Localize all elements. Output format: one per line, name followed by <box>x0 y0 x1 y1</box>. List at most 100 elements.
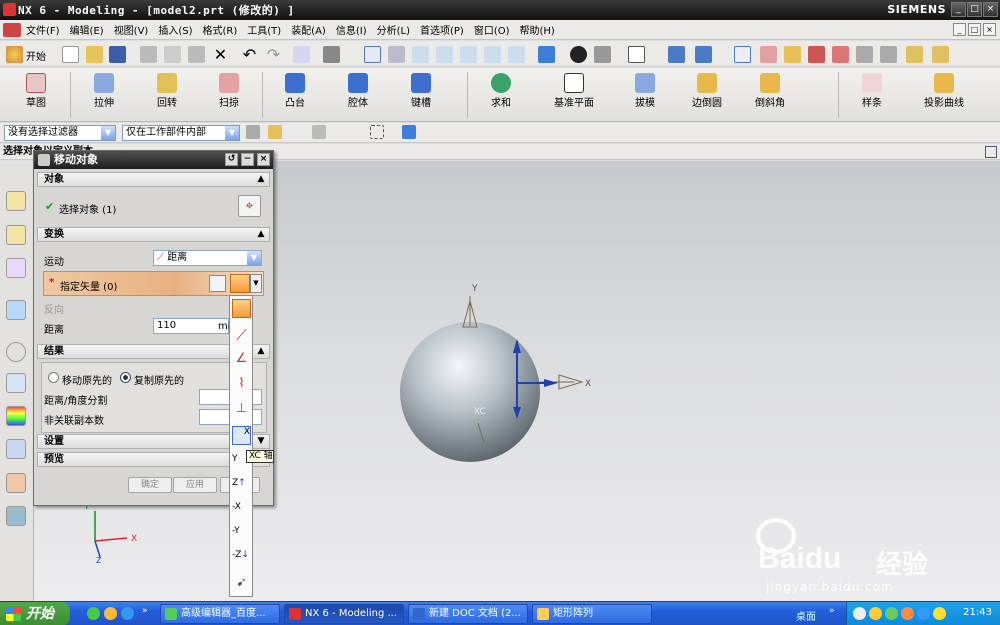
cut-icon[interactable] <box>140 46 157 63</box>
measure-angle-icon[interactable] <box>932 46 949 63</box>
perspective-icon[interactable] <box>508 46 525 63</box>
section-object-header[interactable]: 对象 ▲ <box>37 172 270 187</box>
new-file-icon[interactable] <box>62 46 79 63</box>
open-folder-icon[interactable] <box>86 46 103 63</box>
menu-insert[interactable]: 插入(S) <box>153 22 197 37</box>
pocket-button[interactable]: 腔体 <box>336 68 380 122</box>
zc-axis-option[interactable]: Z↑ <box>232 478 251 497</box>
minimize-button[interactable]: _ <box>951 2 966 17</box>
visualization-icon[interactable] <box>6 406 26 426</box>
quicklaunch-media-icon[interactable] <box>104 607 117 620</box>
edge-blend-button[interactable]: 边倒圆 <box>685 68 729 122</box>
menu-help[interactable]: 帮助(H) <box>515 22 560 37</box>
repeat-command-icon[interactable] <box>293 46 310 63</box>
task-nx[interactable]: NX 6 - Modeling ... <box>284 604 404 624</box>
snap-end-icon[interactable] <box>784 46 801 63</box>
dialog-close-icon[interactable]: × <box>257 153 270 166</box>
pan-icon[interactable] <box>484 46 501 63</box>
copy-icon[interactable] <box>164 46 181 63</box>
xc-axis-option[interactable]: X <box>232 426 251 445</box>
reset-icon[interactable]: ↺ <box>225 153 238 166</box>
volume-icon[interactable] <box>917 607 930 620</box>
shield-icon[interactable] <box>933 607 946 620</box>
datum-plane-button[interactable]: 基准平面 <box>548 68 600 122</box>
process-studio-icon[interactable] <box>6 439 26 459</box>
wcs-icon[interactable] <box>668 46 685 63</box>
chevron-up-icon[interactable]: ▲ <box>255 345 267 358</box>
wcs-orient-icon[interactable] <box>695 46 712 63</box>
system-scenes-icon[interactable] <box>6 506 26 526</box>
snap-center-icon[interactable] <box>880 46 897 63</box>
start-button[interactable]: 开始 <box>0 602 70 625</box>
chevron-down-icon[interactable]: ▼ <box>225 126 239 140</box>
chevron-down-icon[interactable]: ▼ <box>247 251 261 265</box>
section-transform-header[interactable]: 变换 ▲ <box>37 227 270 242</box>
menu-window[interactable]: 窗口(O) <box>469 22 515 37</box>
paste-icon[interactable] <box>188 46 205 63</box>
part-navigator-icon[interactable] <box>6 258 26 278</box>
chevron-up-icon[interactable]: ▲ <box>255 228 267 241</box>
sphere-body[interactable] <box>400 322 540 462</box>
sketch-button[interactable]: 草图 <box>14 68 58 122</box>
chevron-down-icon[interactable]: ▼ <box>101 126 115 140</box>
desktop-more-icon[interactable]: » <box>829 606 835 616</box>
copy-original-radio[interactable] <box>120 372 131 383</box>
doc-minimize-button[interactable]: _ <box>953 23 966 36</box>
history-icon[interactable] <box>6 342 26 362</box>
view-direction-option[interactable]: ➹ <box>232 575 251 594</box>
chamfer-button[interactable]: 倒斜角 <box>748 68 792 122</box>
ok-button[interactable]: 确定 <box>128 477 172 493</box>
assembly-navigator-icon[interactable] <box>6 191 26 211</box>
snap-intersect-icon[interactable] <box>856 46 873 63</box>
view-visibility-icon[interactable] <box>323 46 340 63</box>
slot-button[interactable]: 键槽 <box>399 68 443 122</box>
undo-icon[interactable]: ↶ <box>241 46 258 63</box>
roles-icon[interactable] <box>6 473 26 493</box>
desktop-label[interactable]: 桌面 <box>796 608 816 623</box>
apply-button[interactable]: 应用 <box>173 477 217 493</box>
fit-view-icon[interactable] <box>364 46 381 63</box>
collapse-dialog-icon[interactable]: − <box>241 153 254 166</box>
start-label[interactable]: 开始 <box>26 48 46 63</box>
maximize-button[interactable]: □ <box>967 2 982 17</box>
inferred-vector-icon[interactable] <box>230 274 250 293</box>
draft-button[interactable]: 拔模 <box>623 68 667 122</box>
doc-close-button[interactable]: × <box>983 23 996 36</box>
snap-mid-icon[interactable] <box>808 46 825 63</box>
menu-edit[interactable]: 编辑(E) <box>65 22 109 37</box>
menu-analysis[interactable]: 分析(L) <box>372 22 415 37</box>
chevron-up-icon[interactable]: ▲ <box>255 173 267 186</box>
boss-button[interactable]: 凸台 <box>273 68 317 122</box>
selection-arrow-icon[interactable] <box>734 46 751 63</box>
task-editor[interactable]: 高级编辑器_百度... <box>160 604 280 624</box>
quicklaunch-desktop-icon[interactable] <box>121 607 134 620</box>
snap-control-icon[interactable] <box>832 46 849 63</box>
sweep-button[interactable]: 扫掠 <box>207 68 251 122</box>
move-original-radio[interactable] <box>48 372 59 383</box>
two-points-vector-option[interactable]: ⟋ <box>232 326 251 345</box>
rendering-style-icon[interactable] <box>570 46 587 63</box>
menu-view[interactable]: 视图(V) <box>109 22 154 37</box>
shaded-icon[interactable] <box>594 46 611 63</box>
zoom-in-out-icon[interactable] <box>436 46 453 63</box>
reuse-library-icon[interactable] <box>6 300 26 320</box>
unite-button[interactable]: 求和 <box>479 68 523 122</box>
face-normal-option[interactable]: ⊥ <box>232 401 251 420</box>
task-folder[interactable]: 矩形阵列 <box>532 604 652 624</box>
qq-icon[interactable] <box>869 607 882 620</box>
dialog-title-bar[interactable]: 移动对象 ↺ − × <box>34 151 273 169</box>
body-filter-icon[interactable] <box>402 125 416 139</box>
spline-button[interactable]: 样条 <box>850 68 894 122</box>
quicklaunch-more-icon[interactable]: » <box>142 606 148 616</box>
general-selection-icon[interactable] <box>246 125 260 139</box>
handle-x-arrow[interactable] <box>544 379 558 387</box>
extrude-button[interactable]: 拉伸 <box>82 68 126 122</box>
menu-information[interactable]: 信息(I) <box>331 22 372 37</box>
selection-scope-select[interactable]: 仅在工作部件内部 ▼ <box>122 125 240 141</box>
neg-yc-axis-option[interactable]: -Y <box>232 526 251 545</box>
chevron-down-icon[interactable]: ▼ <box>255 435 267 448</box>
orient-view-icon[interactable] <box>538 46 555 63</box>
feature-select-icon[interactable] <box>312 125 326 139</box>
network-icon[interactable] <box>853 607 866 620</box>
menu-format[interactable]: 格式(R) <box>198 22 243 37</box>
